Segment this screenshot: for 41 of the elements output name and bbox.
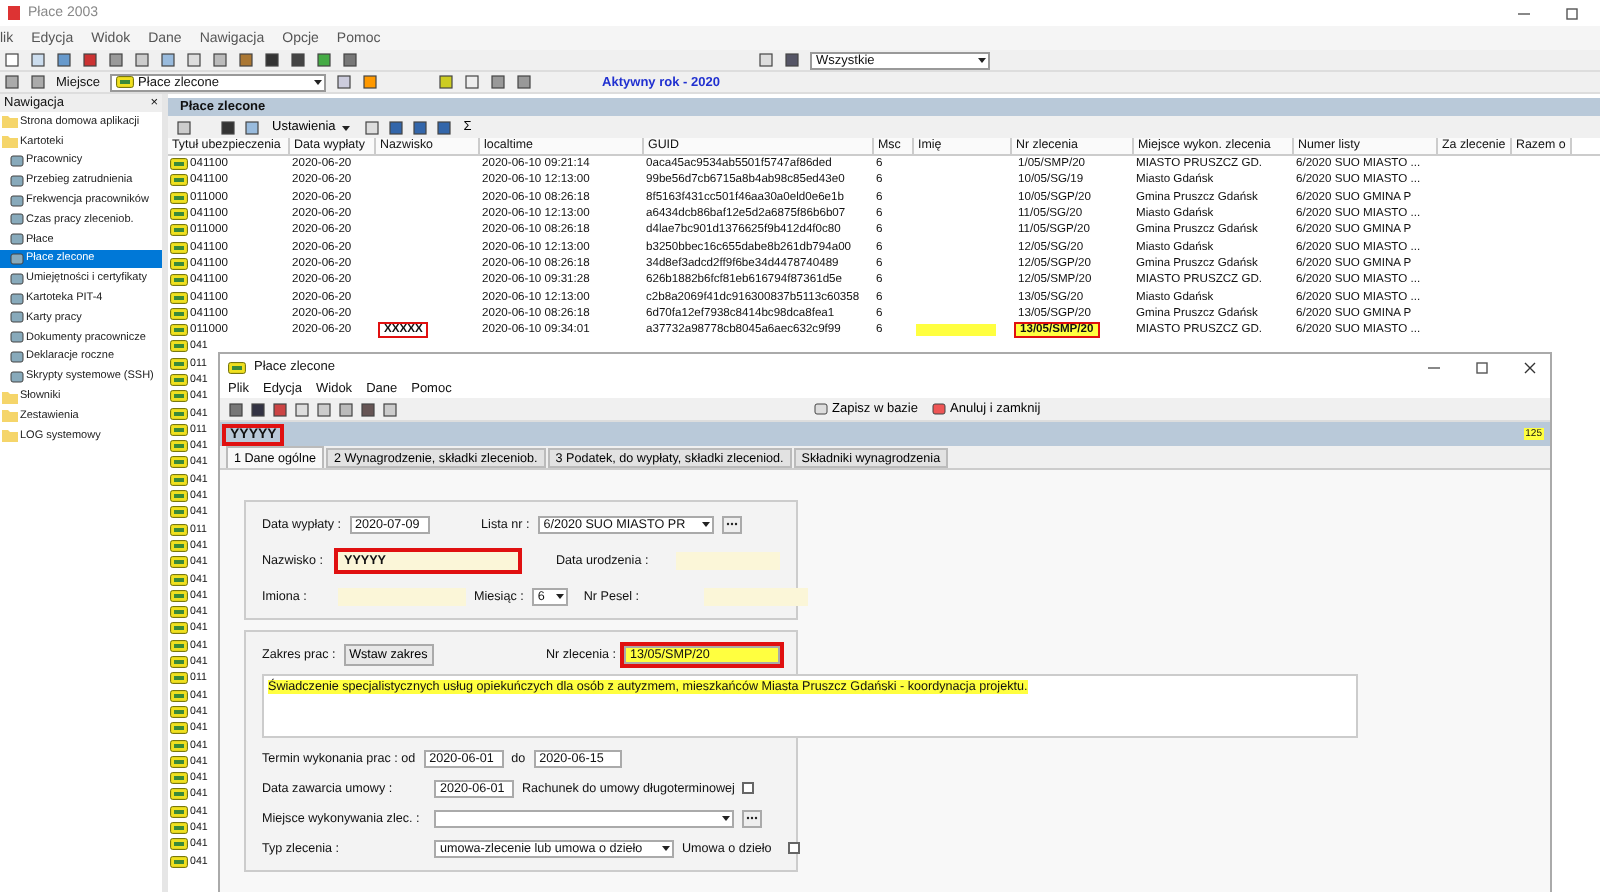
toolbar-icon[interactable]	[220, 119, 236, 135]
toolbar-icon[interactable]	[264, 52, 280, 68]
minimize-icon	[1428, 361, 1440, 373]
first-names-field[interactable]	[338, 587, 466, 605]
caret-icon	[312, 76, 325, 88]
browse-button[interactable]	[742, 809, 762, 827]
toolbar-icon[interactable]	[490, 74, 507, 90]
caret-icon	[699, 518, 712, 530]
maximize-icon	[1476, 361, 1488, 373]
toolbar-icon[interactable]	[108, 52, 124, 68]
checkbox[interactable]	[787, 842, 800, 854]
caret-icon	[339, 121, 352, 133]
toolbar-icon[interactable]	[516, 74, 533, 90]
checkbox[interactable]	[742, 782, 755, 794]
close-icon	[1524, 361, 1536, 373]
toolbar-icon[interactable]	[435, 119, 452, 135]
app-icon	[8, 6, 20, 20]
browse-button[interactable]	[721, 515, 742, 533]
caret-icon	[660, 842, 672, 854]
toolbar-icon[interactable]	[250, 401, 266, 417]
toolbar-icon[interactable]	[387, 119, 404, 135]
toolbar-icon[interactable]	[342, 52, 358, 68]
toolbar-icon[interactable]	[228, 401, 244, 417]
toolbar-icon[interactable]	[290, 52, 306, 68]
caret-icon	[553, 590, 566, 602]
toolbar-icon[interactable]	[411, 119, 428, 135]
banknote-icon	[228, 361, 246, 373]
caret-icon	[976, 54, 988, 66]
toolbar-icon[interactable]	[82, 52, 98, 68]
toolbar-icon[interactable]	[272, 401, 288, 417]
minimize-icon	[1518, 7, 1530, 19]
toolbar-icon[interactable]	[784, 52, 800, 68]
banknote-icon	[116, 76, 135, 88]
toolbar-icon[interactable]	[360, 401, 376, 417]
toolbar-icon[interactable]	[238, 52, 254, 68]
toolbar-icon[interactable]	[316, 52, 332, 68]
birth-date-field[interactable]	[676, 551, 780, 569]
pesel-field[interactable]	[703, 587, 808, 605]
maximize-icon	[1566, 7, 1578, 19]
toolbar-icon[interactable]	[56, 52, 72, 68]
caret-icon	[720, 812, 732, 824]
